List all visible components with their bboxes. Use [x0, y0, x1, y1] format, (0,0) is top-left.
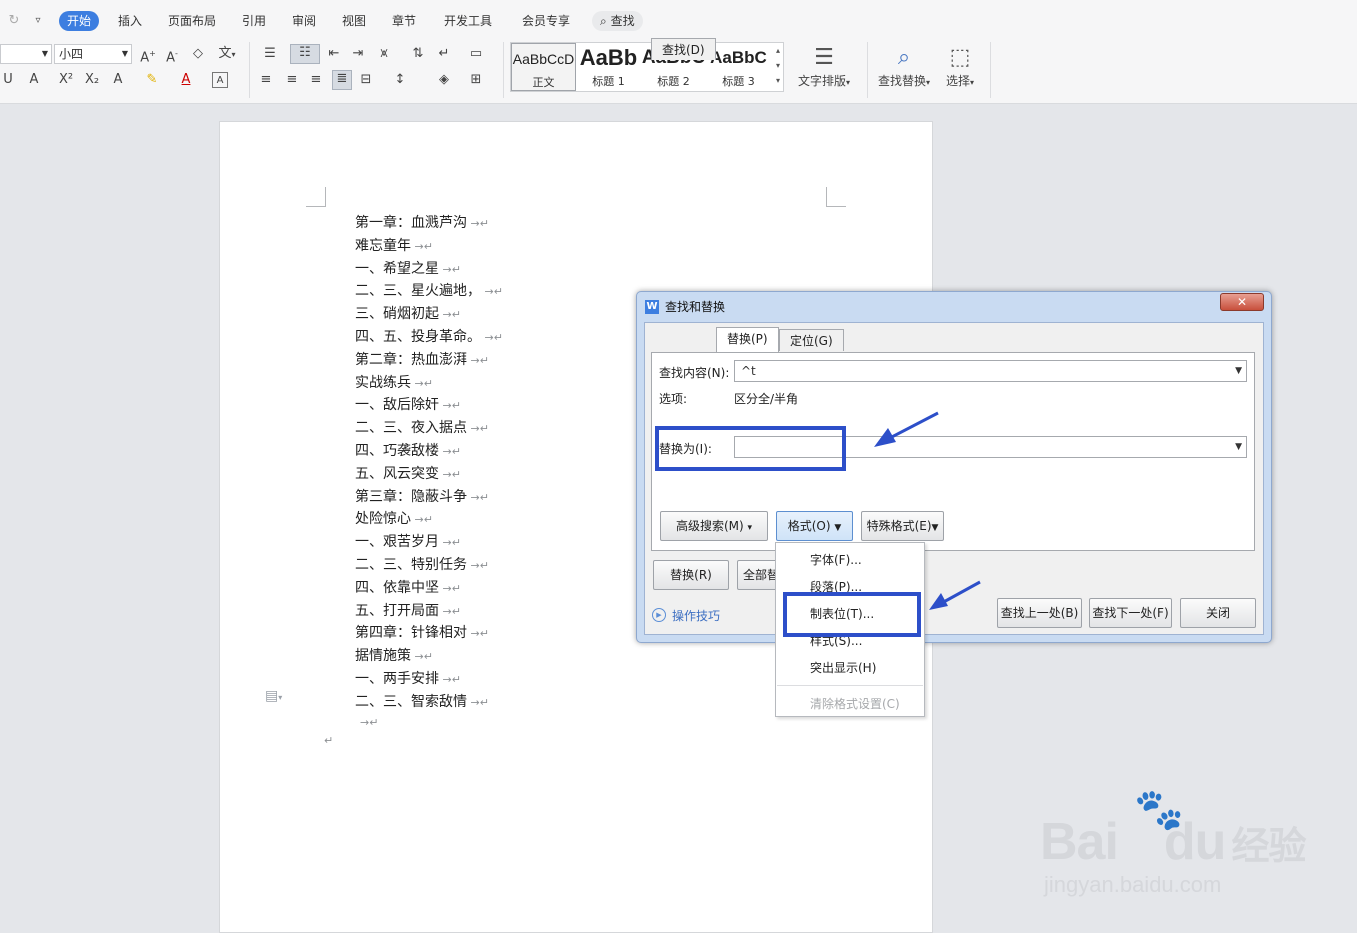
- baidu-jingyan-watermark: 🐾 Bai du 经验 jingyan.baidu.com: [1040, 787, 1306, 897]
- arrow-line-1: [885, 411, 939, 442]
- tab-replace[interactable]: 替换(P): [716, 327, 779, 352]
- arrow-head-1: [874, 428, 896, 447]
- arrow-line-2: [939, 580, 981, 606]
- arrow-head-2: [929, 593, 948, 610]
